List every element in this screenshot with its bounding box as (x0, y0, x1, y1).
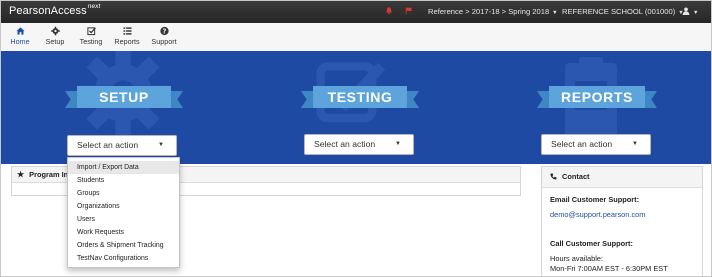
phone-icon (550, 173, 557, 180)
app-window: PearsonAccessnext Reference > 2017-18 > … (0, 0, 712, 277)
menu-item-orders-shipment[interactable]: Orders & Shipment Tracking (68, 239, 179, 252)
nav-label: Home (10, 37, 30, 46)
nav-label: Support (151, 37, 177, 46)
context-selector[interactable]: Reference > 2017-18 > Spring 2018 ▼ (428, 7, 558, 16)
contact-panel: Contact Email Customer Support: demo@sup… (541, 166, 703, 276)
menu-item-users[interactable]: Users (68, 213, 179, 226)
setup-action-select[interactable]: Select an action ▼ (67, 135, 177, 156)
organization-selector[interactable]: REFERENCE SCHOOL (001000) ▼ (562, 7, 684, 16)
hero-banner: SETUP TESTING REPORTS Select an action ▼… (1, 51, 711, 164)
caret-down-icon: ▼ (158, 142, 164, 148)
nav-setup[interactable]: Setup (44, 25, 66, 46)
star-icon: ★ (17, 170, 25, 179)
brand-logo[interactable]: PearsonAccessnext (9, 3, 100, 17)
caret-down-icon: ▼ (632, 141, 638, 147)
home-icon (15, 27, 25, 35)
gear-icon (50, 26, 60, 36)
nav-label: Testing (79, 37, 103, 46)
email-heading: Email Customer Support: (550, 195, 640, 204)
user-icon (682, 7, 690, 15)
call-heading: Call Customer Support: (550, 239, 633, 248)
top-bar: PearsonAccessnext Reference > 2017-18 > … (1, 1, 711, 23)
reports-ribbon: REPORTS (537, 86, 657, 108)
contact-header: Contact (542, 167, 702, 188)
menu-item-work-requests[interactable]: Work Requests (68, 226, 179, 239)
testing-ribbon: TESTING (301, 86, 419, 108)
menu-item-students[interactable]: Students (68, 174, 179, 187)
flag-icon[interactable] (405, 6, 413, 15)
menu-item-import-export[interactable]: Import / Export Data (68, 161, 179, 174)
hours-value: Mon-Fri 7:00AM EST - 6:30PM EST (550, 264, 668, 273)
nav-label: Reports (114, 37, 140, 46)
checkbox-icon (86, 27, 96, 36)
svg-text:?: ? (162, 27, 166, 35)
main-nav: Home Setup Testing Reports ? Support (1, 23, 711, 52)
hours-label: Hours available: (550, 254, 603, 263)
menu-item-groups[interactable]: Groups (68, 187, 179, 200)
setup-ribbon: SETUP (65, 86, 183, 108)
list-icon (122, 27, 132, 35)
nav-testing[interactable]: Testing (78, 25, 104, 46)
menu-item-testnav-configurations[interactable]: TestNav Configurations (68, 252, 179, 265)
testing-action-select[interactable]: Select an action ▼ (304, 134, 414, 155)
section-title-setup: SETUP (77, 86, 171, 108)
nav-support[interactable]: ? Support (151, 25, 177, 46)
chevron-down-icon: ▼ (552, 10, 558, 16)
reports-action-select[interactable]: Select an action ▼ (541, 134, 651, 155)
support-email-link[interactable]: demo@support.pearson.com (550, 210, 645, 219)
section-title-reports: REPORTS (549, 86, 645, 108)
chevron-down-icon: ▼ (693, 10, 699, 16)
user-menu[interactable]: ▼ (682, 7, 698, 16)
caret-down-icon: ▼ (395, 141, 401, 147)
nav-home[interactable]: Home (9, 25, 31, 46)
bell-icon[interactable] (385, 6, 393, 15)
setup-action-menu: Import / Export Data Students Groups Org… (67, 157, 180, 268)
question-icon: ? (159, 26, 169, 35)
nav-label: Setup (45, 37, 65, 46)
nav-reports[interactable]: Reports (114, 25, 140, 46)
section-title-testing: TESTING (313, 86, 407, 108)
menu-item-organizations[interactable]: Organizations (68, 200, 179, 213)
